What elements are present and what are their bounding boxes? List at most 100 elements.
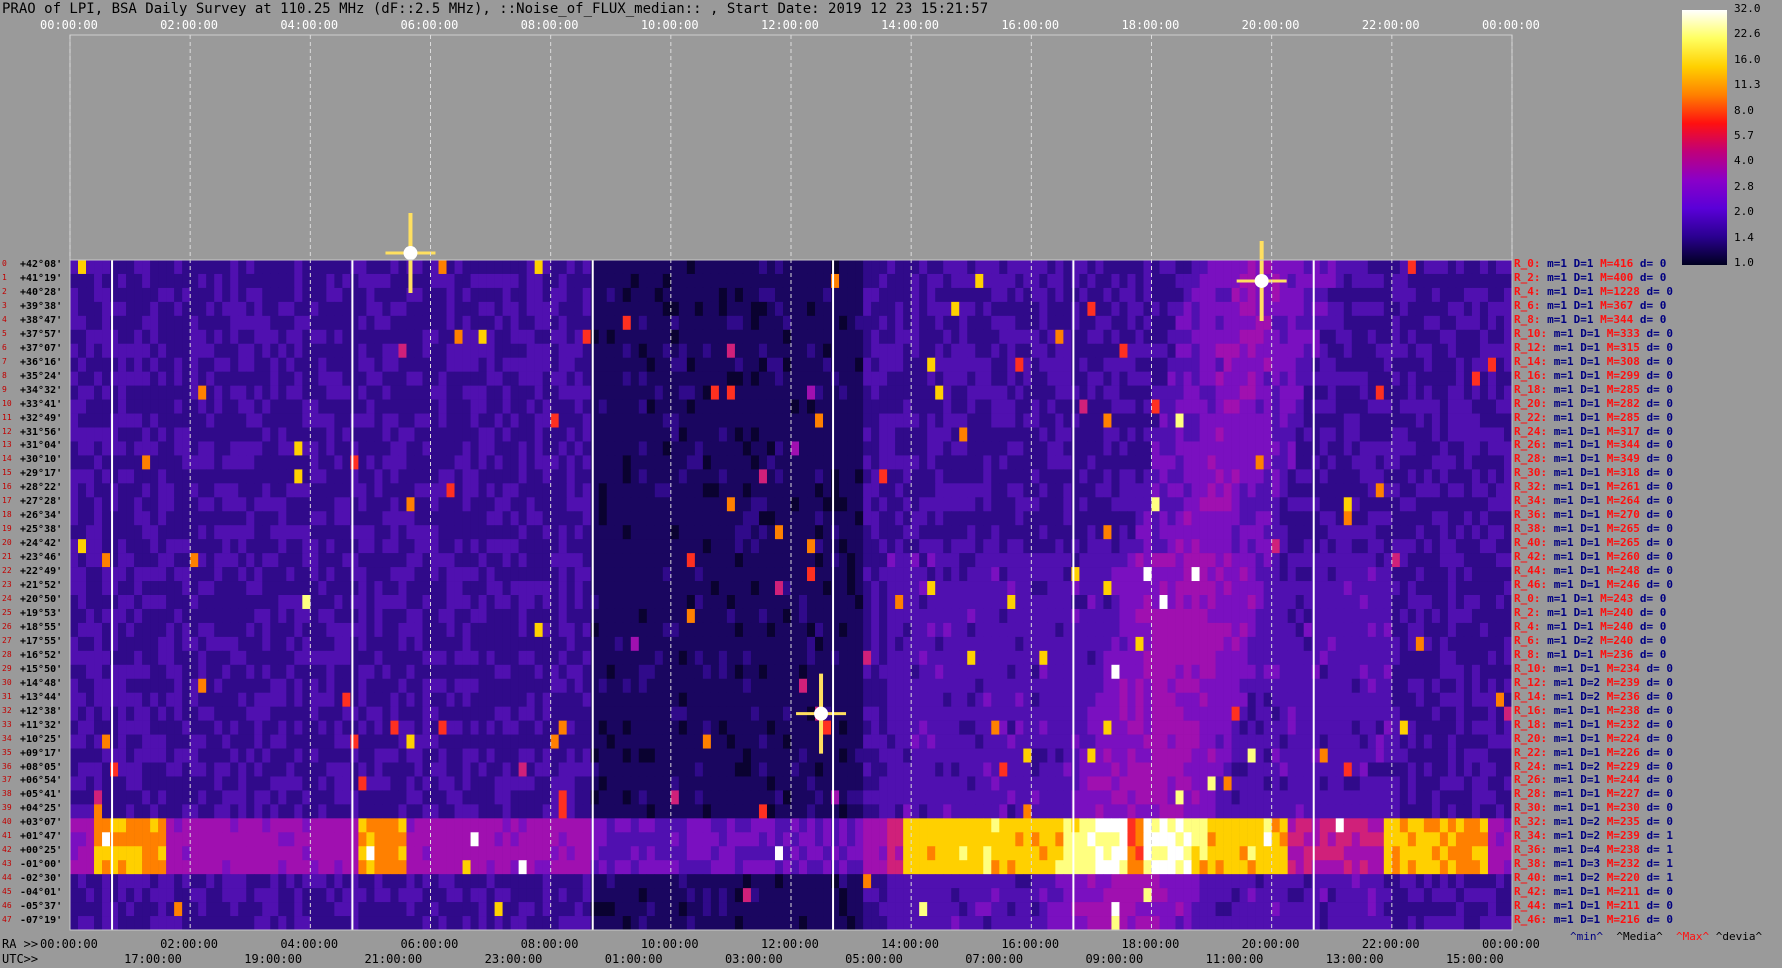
heatmap-cell [1055,343,1064,359]
heatmap-cell [1127,371,1136,386]
heatmap-cell [318,595,327,610]
heatmap-cell [991,581,1000,596]
heatmap-cell [462,357,471,372]
heatmap-cell [991,385,1000,400]
heatmap-cell [454,357,463,372]
heatmap-cell [1119,427,1128,442]
heatmap-cell [983,595,992,610]
heatmap-cell [1503,399,1513,414]
heatmap-cell [935,371,944,386]
heatmap-cell [1303,260,1313,275]
heatmap-cell [887,385,896,400]
heatmap-cell [630,595,640,610]
stat-m: m=1 [1553,871,1581,885]
heatmap-cell [1047,385,1056,400]
heatmap-cell [1303,511,1313,526]
heatmap-cell [782,497,792,512]
heatmap-cell [887,301,896,317]
heatmap-cell [1359,427,1369,442]
heatmap-cell [126,287,135,303]
heatmap-cell [206,525,215,540]
heatmap-cell [1495,553,1505,568]
heatmap-cell [991,511,1000,526]
heatmap-cell [134,525,143,540]
heatmap-cell [166,413,175,428]
heatmap-cell [959,357,968,372]
heatmap-cell [1167,357,1176,372]
heatmap-cell [1031,525,1040,540]
heatmap-cell [871,385,880,400]
heatmap-cell [270,260,279,275]
heatmap-cell [182,301,191,317]
heatmap-cell [1247,441,1256,456]
heatmap-cell [1279,385,1288,400]
heatmap-cell [710,427,720,442]
heatmap-cell [991,469,1000,484]
stat-M: M=229 [1606,759,1647,773]
heatmap-cell [766,511,776,526]
heatmap-cell [758,329,768,345]
heatmap-cell [887,287,896,303]
heatmap-cell [975,385,984,400]
heatmap-cell [558,539,567,554]
heatmap-cell [382,315,391,331]
heatmap-cell [726,315,736,331]
heatmap-cell [510,581,519,596]
heatmap-cell [294,343,303,359]
heatmap-cell [1295,385,1305,400]
heatmap-cell [1247,287,1256,303]
stat-D: D=1 [1580,885,1607,899]
heatmap-cell [390,399,399,414]
heatmap-cell [1399,357,1409,372]
heatmap-cell [807,329,816,345]
heatmap-cell [518,371,527,386]
heatmap-cell [1255,511,1264,526]
heatmap-cell [935,273,944,289]
heatmap-cell [390,343,399,359]
heatmap-cell [1023,301,1032,317]
heatmap-cell [190,455,199,470]
heatmap-cell [1087,567,1096,582]
heatmap-cell [142,329,151,345]
heatmap-cell [662,301,672,317]
heatmap-cell [1343,511,1353,526]
heatmap-cell [446,483,455,498]
heatmap-cell [734,260,744,275]
heatmap-cell [718,371,728,386]
heatmap-cell [158,469,167,484]
heatmap-cell [1111,441,1120,456]
heatmap-cell [670,329,680,345]
heatmap-cell [1023,455,1032,470]
heatmap-cell [558,595,567,610]
heatmap-cell [1263,385,1272,400]
heatmap-cell [550,315,559,331]
heatmap-cell [222,315,231,331]
heatmap-cell [967,581,976,596]
heatmap-cell [1439,427,1449,442]
heatmap-cell [807,315,816,331]
heatmap-cell [334,497,343,512]
heatmap-cell [1191,427,1200,442]
heatmap-cell [494,385,503,400]
heatmap-cell [1335,553,1345,568]
heatmap-cell [478,469,487,484]
heatmap-cell [358,581,367,596]
heatmap-cell [638,539,648,554]
heatmap-cell [1487,413,1497,428]
heatmap-cell [742,553,752,568]
heatmap-cell [871,595,880,610]
heatmap-cell [766,539,776,554]
heatmap-cell [1391,511,1401,526]
stat-m: m=1 [1547,647,1574,661]
heatmap-cell [150,385,159,400]
heatmap-cell [694,413,704,428]
heatmap-cell [1391,455,1401,470]
heatmap-cell [1375,469,1385,484]
heatmap-cell [742,581,752,596]
heatmap-cell [1015,581,1024,596]
heatmap-cell [791,455,800,470]
heatmap-cell [847,469,856,484]
heatmap-cell [1319,595,1329,610]
heatmap-cell [486,385,495,400]
heatmap-cell [903,385,912,400]
